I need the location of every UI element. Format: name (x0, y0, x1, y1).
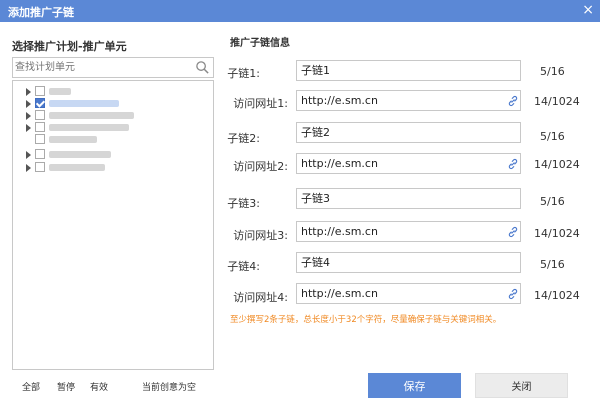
tree-checkbox[interactable] (35, 86, 45, 96)
section-title: 推广子链信息 (230, 38, 290, 49)
filter-paused[interactable]: 暂停 (57, 380, 75, 393)
url-3-label: 访问网址3: (233, 229, 288, 242)
sublink-2-counter: 5/16 (540, 130, 565, 143)
sublink-1-label: 子链1: (227, 67, 260, 80)
link-icon[interactable] (507, 288, 519, 300)
url-2-label: 访问网址2: (233, 160, 288, 173)
sublink-4-input[interactable]: 子链4 (296, 252, 521, 273)
tree-label (49, 164, 105, 171)
close-icon[interactable]: × (582, 2, 594, 18)
tree-checkbox[interactable] (35, 122, 45, 132)
tree-node[interactable] (13, 161, 213, 175)
sublink-3-counter: 5/16 (540, 195, 565, 208)
window-title: 添加推广子链 (8, 6, 74, 19)
tree-label (49, 124, 129, 131)
tree-checkbox[interactable] (35, 162, 45, 172)
tree-label (49, 112, 134, 119)
url-1-counter: 14/1024 (534, 95, 580, 108)
tree-checkbox[interactable] (35, 134, 45, 144)
tree-checkbox[interactable] (35, 110, 45, 120)
url-2-input[interactable]: http://e.sm.cn (296, 153, 521, 174)
url-4-counter: 14/1024 (534, 289, 580, 302)
tree-checkbox-checked[interactable] (35, 98, 45, 108)
save-button[interactable]: 保存 (368, 373, 461, 398)
url-4-input[interactable]: http://e.sm.cn (296, 283, 521, 304)
tree-node[interactable] (13, 148, 213, 162)
sublink-3-input[interactable]: 子链3 (296, 188, 521, 209)
sublink-2-input[interactable]: 子链2 (296, 122, 521, 143)
sublink-1-counter: 5/16 (540, 65, 565, 78)
search-box (12, 57, 214, 78)
link-icon[interactable] (507, 226, 519, 238)
tree-label (49, 100, 119, 107)
hint-text: 至少撰写2条子链，总长度小于32个字符，尽量确保子链与关键词相关。 (230, 315, 502, 325)
url-3-input[interactable]: http://e.sm.cn (296, 221, 521, 242)
close-button[interactable]: 关闭 (475, 373, 568, 398)
sublink-2-label: 子链2: (227, 132, 260, 145)
expand-arrow-icon[interactable] (26, 100, 31, 108)
tree-label (49, 136, 97, 143)
expand-arrow-icon[interactable] (26, 88, 31, 96)
unit-tree (12, 80, 214, 370)
filter-all[interactable]: 全部 (22, 380, 40, 393)
sublink-4-counter: 5/16 (540, 258, 565, 271)
url-3-counter: 14/1024 (534, 227, 580, 240)
url-2-counter: 14/1024 (534, 158, 580, 171)
filter-valid[interactable]: 有效 (90, 380, 108, 393)
title-bar: 添加推广子链 × (0, 0, 600, 22)
tree-label (49, 88, 71, 95)
tree-node[interactable] (13, 133, 213, 147)
sublink-1-input[interactable]: 子链1 (296, 60, 521, 81)
expand-arrow-icon[interactable] (26, 124, 31, 132)
filter-bar: 全部 暂停 有效 当前创意为空 (12, 380, 214, 394)
link-icon[interactable] (507, 95, 519, 107)
expand-arrow-icon[interactable] (26, 151, 31, 159)
search-input[interactable] (15, 59, 195, 76)
expand-arrow-icon[interactable] (26, 164, 31, 172)
sublink-4-label: 子链4: (227, 260, 260, 273)
tree-checkbox[interactable] (35, 149, 45, 159)
filter-current-empty[interactable]: 当前创意为空 (142, 380, 196, 393)
url-4-label: 访问网址4: (233, 291, 288, 304)
link-icon[interactable] (507, 158, 519, 170)
tree-label (49, 151, 111, 158)
url-1-input[interactable]: http://e.sm.cn (296, 90, 521, 111)
expand-arrow-icon[interactable] (26, 112, 31, 120)
url-1-label: 访问网址1: (233, 97, 288, 110)
sublink-3-label: 子链3: (227, 197, 260, 210)
left-panel-title: 选择推广计划-推广单元 (12, 40, 127, 53)
